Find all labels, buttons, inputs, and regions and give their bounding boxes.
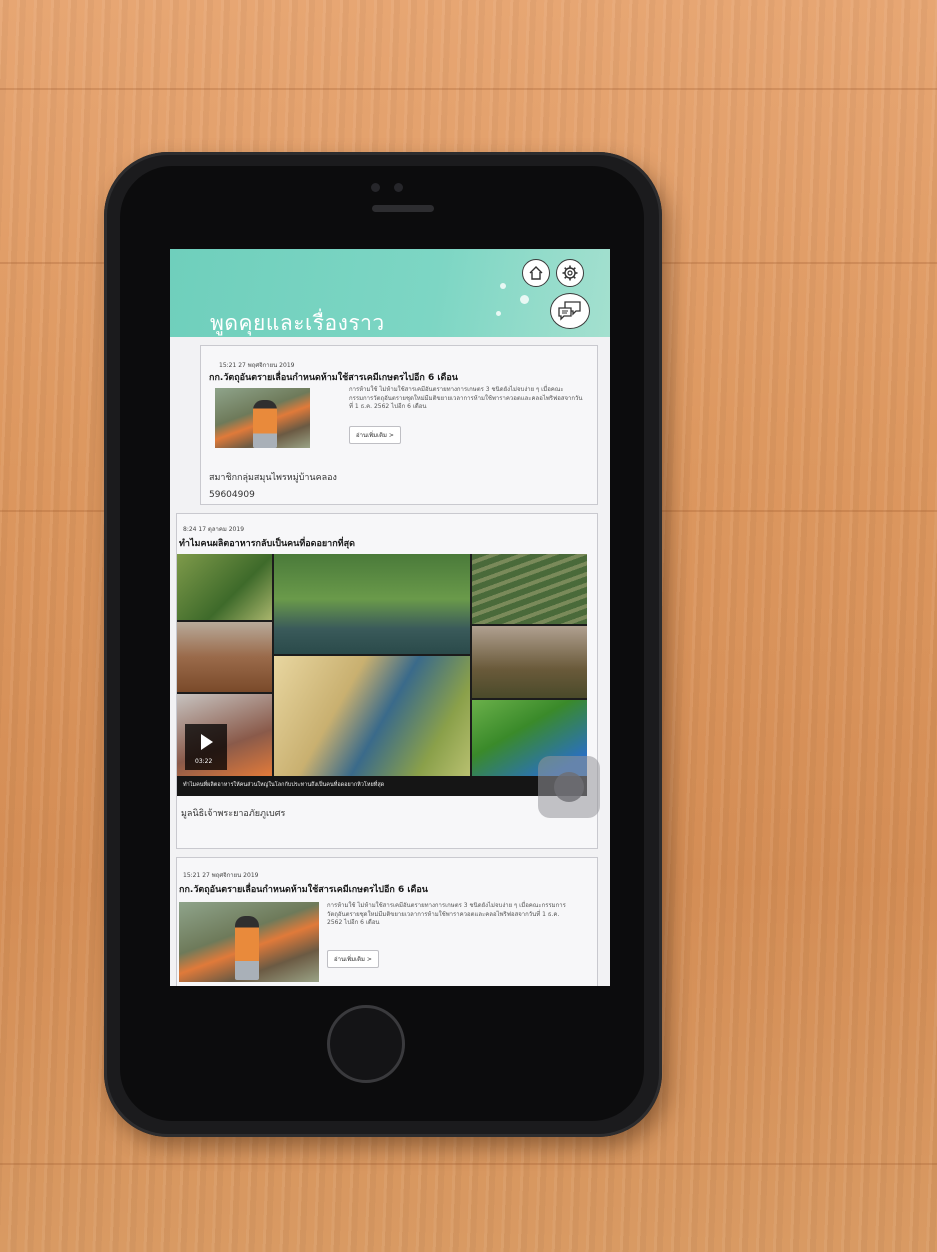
post-date: 8:24 17 ตุลาคม 2019 [183, 526, 245, 533]
author-id: 59604909 [209, 490, 255, 500]
post-title[interactable]: ทำไมคนผลิตอาหารกลับเป็นคนที่อดอยากที่สุด [179, 536, 355, 550]
front-sensor-dot [394, 183, 403, 192]
earpiece-speaker [372, 205, 434, 212]
post-thumbnail[interactable] [179, 902, 319, 982]
wood-grain-line [0, 88, 937, 90]
decor-dot [496, 311, 501, 316]
video-frame-crops [472, 554, 587, 624]
decor-dot [520, 295, 529, 304]
read-more-button[interactable]: อ่านเพิ่มเติม > [349, 426, 401, 444]
read-more-button[interactable]: อ่านเพิ่มเติม > [327, 950, 379, 968]
home-icon [529, 266, 543, 280]
video-frame-river [274, 554, 470, 654]
video-card[interactable]: 8:24 17 ตุลาคม 2019 ทำไมคนผลิตอาหารกลับเ… [176, 513, 598, 849]
app-screen: พูดคุยและเรื่องราว 15:21 27 พฤศจิกายน 20… [170, 249, 610, 986]
video-frame-plain [472, 626, 587, 698]
page-title: พูดคุยและเรื่องราว [210, 311, 385, 335]
post-title[interactable]: กก.วัตถุอันตรายเลื่อนกำหนดห้ามใช้สารเคมี… [209, 370, 458, 384]
wood-grain-line [0, 1163, 937, 1165]
chat-button[interactable] [550, 293, 590, 329]
chat-bubbles-icon [558, 301, 581, 321]
news-card[interactable]: 15:21 27 พฤศจิกายน 2019 กก.วัตถุอันตรายเ… [200, 345, 598, 505]
play-icon [201, 734, 213, 750]
home-button[interactable] [522, 259, 550, 287]
video-caption-bar: ทำไมคนที่ผลิตอาหารให้คนส่วนใหญ่ในโลกกับป… [177, 776, 587, 796]
home-hardware-button[interactable] [327, 1005, 405, 1083]
video-duration: 03:22 [195, 758, 213, 765]
author-name[interactable]: สมาชิกกลุ่มสมุนไพรหมู่บ้านคลอง [209, 470, 337, 484]
decor-dot [500, 283, 506, 289]
settings-button[interactable] [556, 259, 584, 287]
floating-assistive-button[interactable] [538, 756, 600, 818]
post-title[interactable]: กก.วัตถุอันตรายเลื่อนกำหนดห้ามใช้สารเคมี… [179, 882, 428, 896]
post-excerpt: การห้ามใช้ ไม่ห้ามใช้สารเคมีอันตรายทางกา… [327, 902, 566, 926]
post-date: 15:21 27 พฤศจิกายน 2019 [219, 362, 295, 369]
video-player[interactable]: 03:22 ทำไมคนที่ผลิตอาหารให้คนส่วนใหญ่ในโ… [177, 554, 587, 796]
post-date: 15:21 27 พฤศจิกายน 2019 [183, 872, 259, 879]
news-card[interactable]: 15:21 27 พฤศจิกายน 2019 กก.วัตถุอันตรายเ… [176, 857, 598, 986]
author-name[interactable]: มูลนิธิเจ้าพระยาอภัยภูเบศร [181, 806, 285, 820]
gear-icon [562, 265, 578, 281]
post-thumbnail[interactable] [215, 388, 310, 448]
video-caption: ทำไมคนที่ผลิตอาหารให้คนส่วนใหญ่ในโลกกับป… [183, 782, 385, 788]
video-frame-harvest [274, 656, 470, 776]
video-frame-field [177, 622, 272, 692]
app-header: พูดคุยและเรื่องราว [170, 249, 610, 337]
front-camera-dot [371, 183, 380, 192]
play-button[interactable]: 03:22 [185, 724, 227, 770]
video-frame-leaves [177, 554, 272, 620]
post-excerpt: การห้ามใช้ ไม่ห้ามใช้สารเคมีอันตรายทางกา… [349, 386, 583, 410]
